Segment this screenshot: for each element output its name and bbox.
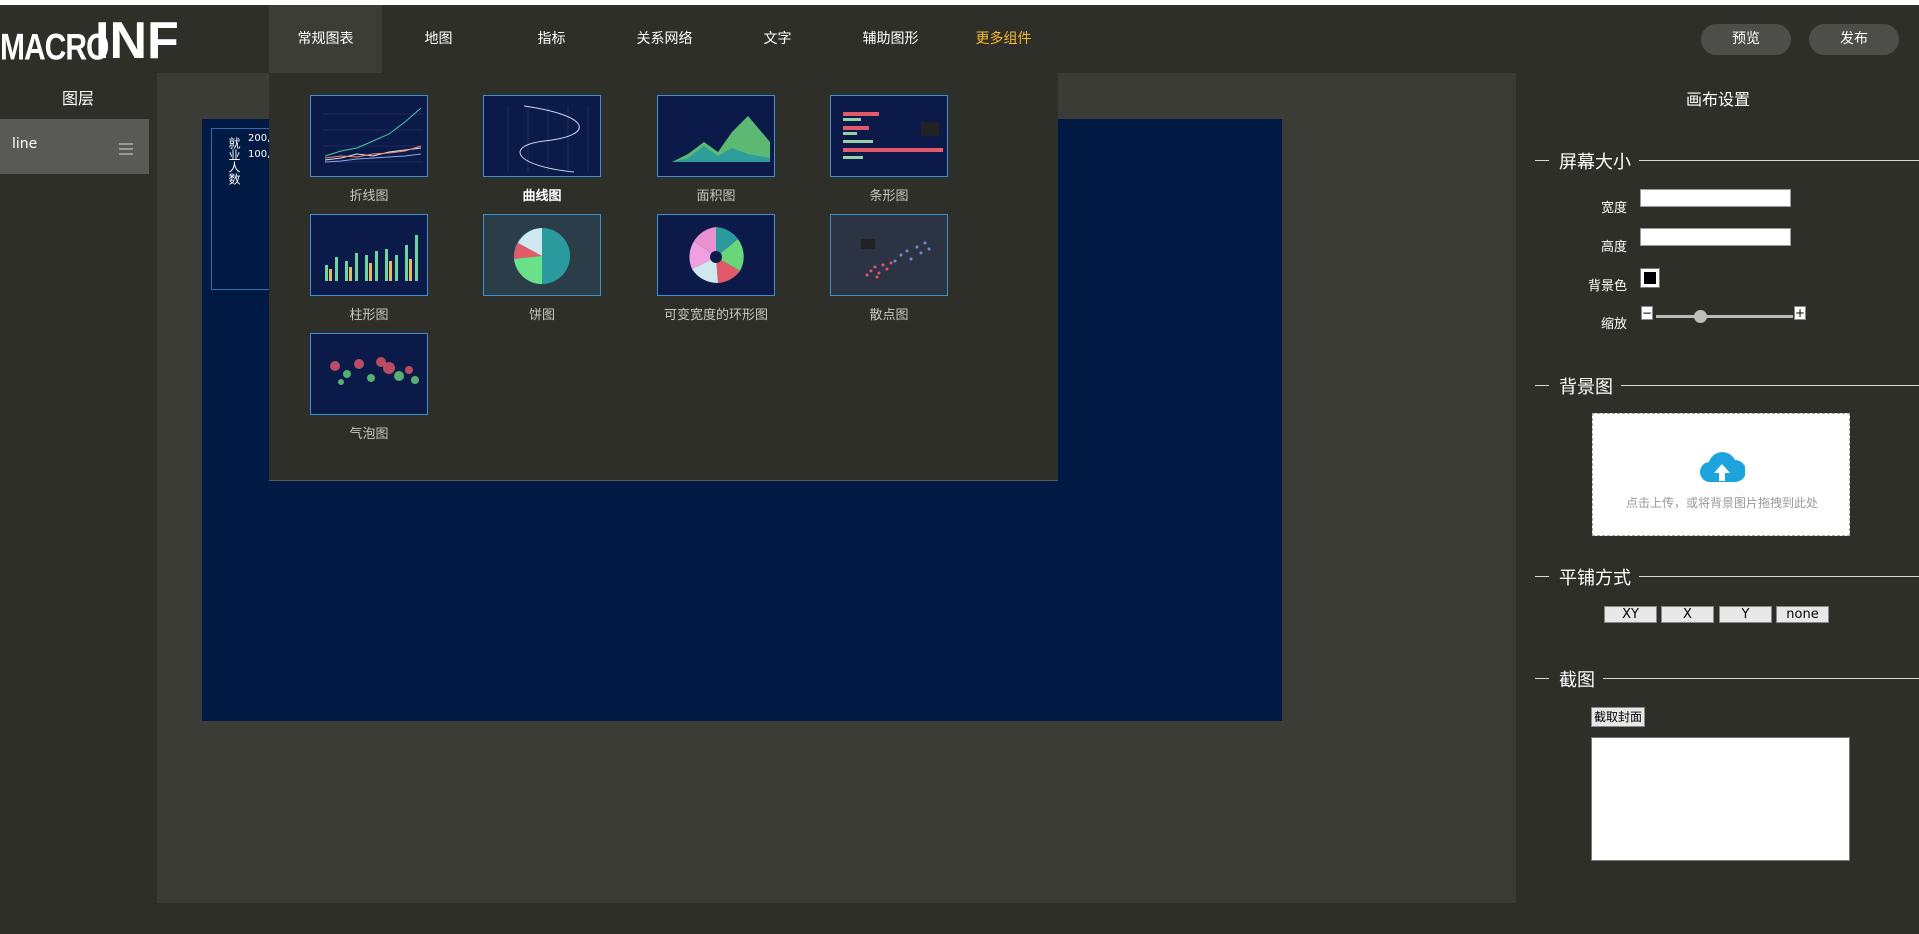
zoom-minus-button[interactable]: − [1641, 306, 1653, 320]
tile-xy-button[interactable]: XY [1604, 606, 1657, 623]
chart-card-label: 气泡图 [349, 427, 389, 442]
section-screenshot: 截图 [1535, 666, 1919, 692]
column-chart-icon [310, 214, 428, 296]
section-title: 屏幕大小 [1559, 148, 1639, 174]
widget-y-label: 就业人数 [227, 137, 241, 185]
cloud-upload-icon [1700, 452, 1745, 483]
chart-card-label: 柱形图 [349, 308, 389, 323]
zoom-label: 缩放 [1600, 317, 1627, 332]
bar-h-chart-icon [830, 95, 948, 177]
chart-card-ring[interactable]: 可变宽度的环形图 [657, 214, 775, 323]
chart-card-label: 饼图 [528, 308, 555, 323]
logo-text-inf: INF [95, 12, 179, 70]
nav-aux-shapes[interactable]: 辅助图形 [834, 5, 947, 73]
width-label: 宽度 [1600, 201, 1627, 216]
chart-card-curve[interactable]: 曲线图 [483, 95, 601, 204]
section-tiling: 平铺方式 [1535, 564, 1919, 590]
capture-cover-button[interactable]: 截取封面 [1591, 707, 1645, 727]
height-input[interactable] [1640, 228, 1791, 246]
bg-color-picker[interactable] [1640, 268, 1660, 288]
chart-type-dropdown: 折线图 曲线图 面积图 条形图 柱形图 饼图 可变宽度的环形图 散点图 气泡图 [269, 73, 1058, 481]
section-title: 平铺方式 [1559, 564, 1639, 590]
area-chart-icon [657, 95, 775, 177]
main-nav: 常规图表 地图 指标 关系网络 文字 辅助图形 更多组件 [269, 5, 1060, 73]
height-label: 高度 [1600, 240, 1627, 255]
zoom-plus-button[interactable]: + [1794, 306, 1806, 320]
chart-card-pie[interactable]: 饼图 [483, 214, 601, 323]
chart-card-label: 折线图 [349, 189, 389, 204]
chart-card-bar-horizontal[interactable]: 条形图 [830, 95, 948, 204]
chart-card-label: 可变宽度的环形图 [663, 308, 768, 323]
scatter-chart-icon [830, 214, 948, 296]
chart-card-bubble[interactable]: 气泡图 [310, 333, 428, 442]
nav-text[interactable]: 文字 [721, 5, 834, 73]
zoom-slider-handle[interactable] [1694, 310, 1707, 323]
section-title: 背景图 [1559, 373, 1621, 399]
nav-network[interactable]: 关系网络 [608, 5, 721, 73]
bg-color-label: 背景色 [1587, 279, 1627, 294]
width-input[interactable] [1640, 189, 1791, 207]
logo-text-macro: MACRO [0, 27, 109, 69]
nav-indicator[interactable]: 指标 [495, 5, 608, 73]
nav-regular-charts[interactable]: 常规图表 [269, 5, 382, 73]
tile-none-button[interactable]: none [1776, 606, 1829, 623]
bubble-chart-icon [310, 333, 428, 415]
section-title: 截图 [1559, 666, 1603, 692]
layer-panel: 图层 line [0, 73, 156, 934]
drag-handle-icon[interactable] [119, 143, 133, 155]
chart-card-label: 曲线图 [522, 189, 562, 204]
chart-card-scatter[interactable]: 散点图 [830, 214, 948, 323]
layer-item-label: line [12, 136, 38, 152]
curve-chart-icon [483, 95, 601, 177]
chart-card-label: 条形图 [869, 189, 909, 204]
nav-map[interactable]: 地图 [382, 5, 495, 73]
bg-image-upload[interactable]: 点击上传，或将背景图片拖拽到此处 [1592, 413, 1850, 536]
settings-title: 画布设置 [1685, 90, 1750, 109]
tile-x-button[interactable]: X [1661, 606, 1714, 623]
section-screen-size: 屏幕大小 [1535, 148, 1919, 174]
pie-chart-icon [483, 214, 601, 296]
chart-card-area[interactable]: 面积图 [657, 95, 775, 204]
chart-card-label: 散点图 [869, 308, 909, 323]
chart-card-column[interactable]: 柱形图 [310, 214, 428, 323]
chart-card-line[interactable]: 折线图 [310, 95, 428, 204]
zoom-slider-track[interactable] [1656, 315, 1793, 318]
preview-button[interactable]: 预览 [1701, 24, 1791, 55]
upload-hint: 点击上传，或将背景图片拖拽到此处 [1625, 496, 1818, 510]
ring-chart-icon [657, 214, 775, 296]
tile-y-button[interactable]: Y [1719, 606, 1772, 623]
screenshot-preview [1591, 737, 1850, 861]
line-chart-icon [310, 95, 428, 177]
section-bg-image: 背景图 [1535, 373, 1919, 399]
publish-button[interactable]: 发布 [1809, 24, 1899, 55]
layer-panel-title: 图层 [61, 89, 94, 108]
nav-more-components[interactable]: 更多组件 [947, 5, 1060, 73]
layer-item[interactable]: line [0, 119, 149, 174]
chart-card-label: 面积图 [696, 189, 736, 204]
